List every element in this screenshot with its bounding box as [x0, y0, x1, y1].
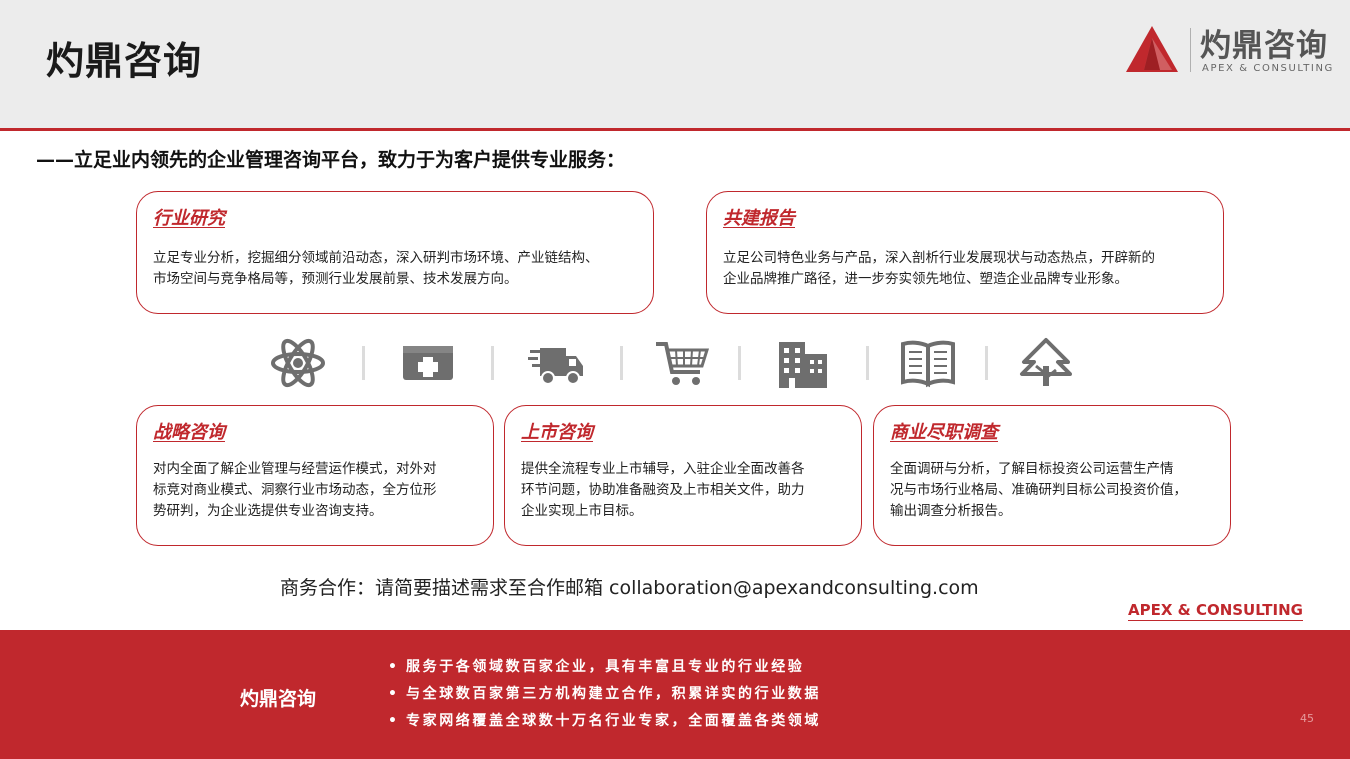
industry-icon-row — [270, 336, 1090, 392]
contact-text: 商务合作：请简要描述需求至合作邮箱 collaboration@apexandc… — [280, 577, 979, 599]
card-joint-report: 共建报告 立足公司特色业务与产品，深入剖析行业发展现状与动态热点，开辟新的 企业… — [706, 191, 1224, 314]
card-body: 提供全流程专业上市辅导，入驻企业全面改善各 环节问题，协助准备融资及上市相关文件… — [521, 459, 805, 522]
card-ipo-consulting: 上市咨询 提供全流程专业上市辅导，入驻企业全面改善各 环节问题，协助准备融资及上… — [504, 405, 862, 546]
card-title: 商业尽职调查 — [890, 422, 998, 443]
shopping-cart-icon — [654, 336, 710, 390]
card-body: 全面调研与分析，了解目标投资公司运营生产情 况与市场行业格局、准确研判目标公司投… — [890, 459, 1187, 522]
card-industry-research: 行业研究 立足专业分析，挖掘细分领域前沿动态，深入研判市场环境、产业链结构、 市… — [136, 191, 654, 314]
card-line: 对内全面了解企业管理与经营运作模式，对外对 — [153, 461, 437, 477]
card-line: 立足公司特色业务与产品，深入剖析行业发展现状与动态热点，开辟新的 — [723, 250, 1155, 266]
header-bar: 灼鼎咨询 灼鼎咨询 APEX & CONSULTING — [0, 0, 1350, 128]
icon-separator — [491, 346, 494, 380]
logo-triangle-icon — [1124, 24, 1180, 74]
icon-separator — [362, 346, 365, 380]
card-line: 企业实现上市目标。 — [521, 503, 643, 519]
card-due-diligence: 商业尽职调查 全面调研与分析，了解目标投资公司运营生产情 况与市场行业格局、准确… — [873, 405, 1231, 546]
icon-separator — [738, 346, 741, 380]
tree-icon — [1018, 336, 1074, 390]
card-line: 势研判，为企业选提供专业咨询支持。 — [153, 503, 383, 519]
apex-consulting-link[interactable]: APEX & CONSULTING — [1128, 601, 1303, 621]
delivery-truck-icon — [528, 336, 584, 390]
card-line: 市场空间与竞争格局等，预测行业发展前景、技术发展方向。 — [153, 271, 518, 287]
footer-brand: 灼鼎咨询 — [240, 688, 317, 710]
card-line: 企业品牌推广路径，进一步夯实领先地位、塑造企业品牌专业形象。 — [723, 271, 1128, 287]
footer-highlight-item: • 服务于各领域数百家企业，具有丰富且专业的行业经验 — [388, 657, 821, 684]
card-title: 战略咨询 — [153, 422, 225, 443]
book-icon — [900, 336, 956, 390]
card-line: 全面调研与分析，了解目标投资公司运营生产情 — [890, 461, 1174, 477]
card-strategy-consulting: 战略咨询 对内全面了解企业管理与经营运作模式，对外对 标竞对商业模式、洞察行业市… — [136, 405, 494, 546]
card-line: 标竞对商业模式、洞察行业市场动态，全方位形 — [153, 482, 437, 498]
footer-highlight-item: • 专家网络覆盖全球数十万名行业专家，全面覆盖各类领域 — [388, 711, 821, 738]
building-icon — [775, 336, 831, 390]
card-body: 立足专业分析，挖掘细分领域前沿动态，深入研判市场环境、产业链结构、 市场空间与竞… — [153, 248, 599, 290]
card-title: 行业研究 — [153, 208, 225, 229]
icon-separator — [620, 346, 623, 380]
footer-highlight-item: • 与全球数百家第三方机构建立合作，积累详实的行业数据 — [388, 684, 821, 711]
header-divider — [0, 128, 1350, 131]
card-line: 况与市场行业格局、准确研判目标公司投资价值， — [890, 482, 1187, 498]
footer-highlights: • 服务于各领域数百家企业，具有丰富且专业的行业经验 • 与全球数百家第三方机构建立… — [388, 657, 821, 738]
card-line: 提供全流程专业上市辅导，入驻企业全面改善各 — [521, 461, 805, 477]
bullet-icon: • — [388, 659, 400, 675]
logo-text-cn: 灼鼎咨询 — [1200, 28, 1328, 64]
bullet-icon: • — [388, 686, 400, 702]
footer-highlight-text: 与全球数百家第三方机构建立合作，积累详实的行业数据 — [406, 686, 821, 702]
card-body: 立足公司特色业务与产品，深入剖析行业发展现状与动态热点，开辟新的 企业品牌推广路… — [723, 248, 1155, 290]
icon-separator — [985, 346, 988, 380]
card-line: 环节问题，协助准备融资及上市相关文件，助力 — [521, 482, 805, 498]
logo-text-en: APEX & CONSULTING — [1202, 63, 1334, 74]
icon-separator — [866, 346, 869, 380]
bullet-icon: • — [388, 713, 400, 729]
tagline: ——立足业内领先的企业管理咨询平台，致力于为客户提供专业服务： — [36, 149, 626, 171]
card-title: 上市咨询 — [521, 422, 593, 443]
atom-icon — [270, 336, 326, 390]
footer-highlight-text: 服务于各领域数百家企业，具有丰富且专业的行业经验 — [406, 659, 805, 675]
footer-bar: 灼鼎咨询 • 服务于各领域数百家企业，具有丰富且专业的行业经验 • 与全球数百家第三… — [0, 630, 1350, 759]
logo-divider — [1190, 28, 1191, 72]
card-line: 输出调查分析报告。 — [890, 503, 1012, 519]
page-number: 45 — [1300, 712, 1314, 725]
card-body: 对内全面了解企业管理与经营运作模式，对外对 标竞对商业模式、洞察行业市场动态，全… — [153, 459, 437, 522]
medical-kit-icon — [400, 336, 456, 390]
card-title: 共建报告 — [723, 208, 795, 229]
card-line: 立足专业分析，挖掘细分领域前沿动态，深入研判市场环境、产业链结构、 — [153, 250, 599, 266]
footer-highlight-text: 专家网络覆盖全球数十万名行业专家，全面覆盖各类领域 — [406, 713, 821, 729]
page-title: 灼鼎咨询 — [46, 39, 203, 83]
